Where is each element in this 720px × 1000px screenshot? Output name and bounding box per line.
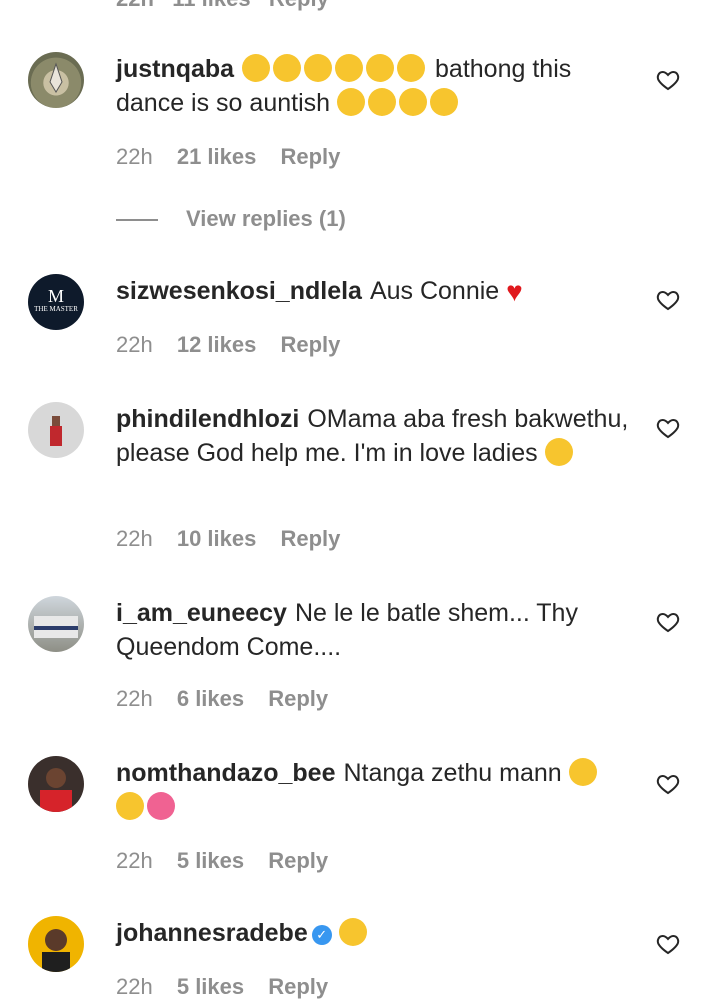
avatar[interactable] xyxy=(28,596,84,652)
likes-count[interactable]: 12 likes xyxy=(177,332,257,357)
laughing-emoji-icon xyxy=(304,54,333,82)
laughing-emoji-icon xyxy=(398,88,427,116)
likes-count[interactable]: 6 likes xyxy=(177,686,244,711)
heart-outline-icon[interactable] xyxy=(656,772,680,796)
view-replies-button[interactable]: View replies (1) xyxy=(116,206,346,232)
timestamp: 22h xyxy=(116,144,153,169)
heart-outline-icon[interactable] xyxy=(656,416,680,440)
reply-button[interactable]: Reply xyxy=(280,332,340,357)
username[interactable]: johannesradebe xyxy=(116,919,308,947)
username[interactable]: nomthandazo_bee xyxy=(116,759,335,787)
reply-button[interactable]: Reply xyxy=(280,144,340,169)
ok-hand-emoji-icon xyxy=(568,758,597,786)
reply-button[interactable]: Reply xyxy=(268,974,328,999)
avatar[interactable] xyxy=(28,756,84,812)
reply-button[interactable]: Reply xyxy=(280,526,340,551)
comment-text: Ntanga zethu mann xyxy=(343,759,562,787)
red-heart-emoji-icon: ♥ xyxy=(506,276,523,307)
divider-line xyxy=(116,219,158,222)
avatar-logo: M xyxy=(48,286,64,306)
timestamp: 22h xyxy=(116,686,153,711)
sparkling-heart-emoji-icon xyxy=(147,792,175,820)
avatar[interactable] xyxy=(28,52,84,108)
likes-count[interactable]: 10 likes xyxy=(177,526,257,551)
avatar-image xyxy=(49,62,63,93)
reply-button[interactable]: Reply xyxy=(268,848,328,873)
likes-count[interactable]: 21 likes xyxy=(177,144,257,169)
comment-meta: 22h 6 likes Reply xyxy=(116,686,346,712)
avatar[interactable] xyxy=(28,402,84,458)
heart-outline-icon[interactable] xyxy=(656,932,680,956)
username[interactable]: phindilendhlozi xyxy=(116,405,299,433)
avatar[interactable] xyxy=(28,916,84,972)
comment-meta: 22h 5 likes Reply xyxy=(116,974,346,1000)
likes-count[interactable]: 5 likes xyxy=(177,848,244,873)
heart-outline-icon[interactable] xyxy=(656,288,680,312)
heart-eyes-emoji-icon xyxy=(338,918,367,946)
laughing-emoji-icon xyxy=(336,88,365,116)
username[interactable]: justnqaba xyxy=(116,55,234,83)
comment-meta: 22h 21 likes Reply xyxy=(116,144,358,170)
svg-text:M: M xyxy=(48,286,64,306)
kissing-emoji-icon xyxy=(116,792,144,820)
avatar-image xyxy=(34,616,78,638)
avatar-label: THE MASTER xyxy=(34,305,78,313)
heart-eyes-emoji-icon xyxy=(544,438,573,466)
likes-count[interactable]: 5 likes xyxy=(177,974,244,999)
timestamp: 22h xyxy=(116,848,153,873)
avatar-image xyxy=(40,768,72,812)
laughing-emoji-icon xyxy=(366,54,395,82)
laughing-emoji-icon xyxy=(242,54,271,82)
comment-text: Aus Connie xyxy=(369,277,500,305)
clipped-comment-meta: 22h 11 likes Reply xyxy=(116,0,329,12)
comment-meta: 22h 12 likes Reply xyxy=(116,332,358,358)
username[interactable]: sizwesenkosi_ndlela xyxy=(116,277,362,305)
timestamp: 22h xyxy=(116,526,153,551)
reply-button[interactable]: Reply xyxy=(268,686,328,711)
heart-outline-icon[interactable] xyxy=(656,68,680,92)
laughing-emoji-icon xyxy=(429,88,458,116)
comment-meta: 22h 5 likes Reply xyxy=(116,848,346,874)
laughing-emoji-icon xyxy=(367,88,396,116)
timestamp: 22h xyxy=(116,332,153,357)
comment-meta: 22h 10 likes Reply xyxy=(116,526,358,552)
laughing-emoji-icon xyxy=(335,54,364,82)
avatar-image xyxy=(50,416,62,446)
timestamp: 22h xyxy=(116,974,153,999)
laughing-emoji-icon xyxy=(273,54,302,82)
laughing-emoji-icon xyxy=(397,54,426,82)
avatar[interactable]: M THE MASTER xyxy=(28,274,84,330)
avatar-image xyxy=(42,929,70,972)
heart-outline-icon[interactable] xyxy=(656,610,680,634)
verified-badge-icon: ✓ xyxy=(311,925,332,945)
username[interactable]: i_am_euneecy xyxy=(116,599,287,627)
